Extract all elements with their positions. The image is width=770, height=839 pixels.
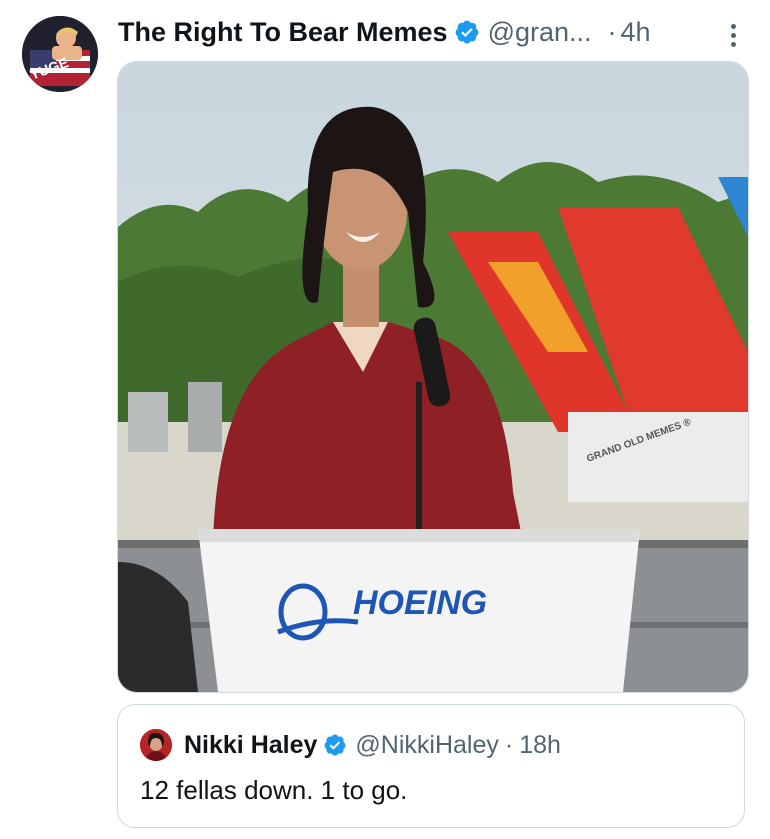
quoted-verified-badge-icon [324,734,346,756]
avatar-image: YUGE [22,16,98,92]
tweet[interactable]: YUGE The Right To Bear Memes @gran... · … [0,0,770,839]
post-timestamp[interactable]: 4h [621,17,651,48]
author-avatar[interactable]: YUGE [22,16,98,92]
quoted-avatar-image [140,729,172,761]
quoted-author-avatar[interactable] [140,729,172,761]
quoted-tweet[interactable]: Nikki Haley @NikkiHaley · 18h 12 fellas … [117,704,745,828]
author-handle[interactable]: @gran... [488,17,592,48]
more-vertical-icon[interactable] [718,20,748,50]
quoted-header: Nikki Haley @NikkiHaley · 18h [184,725,561,765]
quoted-handle[interactable]: @NikkiHaley [355,731,498,760]
quoted-display-name[interactable]: Nikki Haley [184,731,317,760]
quoted-tweet-text: 12 fellas down. 1 to go. [140,775,408,805]
author-display-name[interactable]: The Right To Bear Memes [118,17,448,48]
post-media-image[interactable]: HOEING GRAND OLD MEMES ® [117,61,749,693]
media-photo: HOEING GRAND OLD MEMES ® [118,62,748,692]
verified-badge-icon [455,20,478,44]
post-header: The Right To Bear Memes @gran... · 4h [118,10,748,54]
quoted-separator: · [504,730,514,759]
header-separator: · [607,16,617,47]
podium-logo-text: HOEING [353,584,487,622]
quoted-timestamp[interactable]: 18h [519,731,561,760]
